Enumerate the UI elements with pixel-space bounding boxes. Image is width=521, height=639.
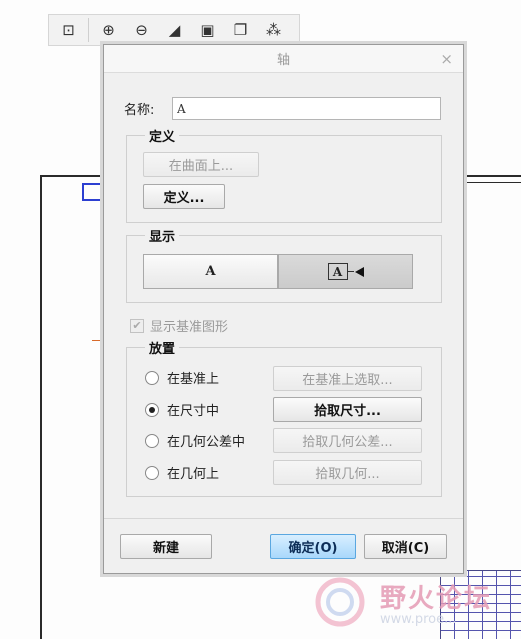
display-toggle: A A (143, 254, 413, 289)
display-label-button[interactable]: A (143, 254, 278, 289)
refit-icon[interactable]: ◢ (161, 17, 188, 43)
pick-gtol-button[interactable]: 拾取几何公差... (273, 428, 422, 453)
placement-option-geometry[interactable]: 在几何上 (145, 463, 219, 482)
axis-marker-left (92, 340, 102, 341)
drawing-border-inner (460, 182, 521, 183)
radio-datum[interactable] (145, 370, 159, 385)
placement-option-gtol[interactable]: 在几何公差中 (145, 431, 245, 450)
axis-symbol-box: A (327, 263, 348, 280)
define-button[interactable]: 定义... (143, 184, 225, 209)
ok-button[interactable]: 确定(O) (270, 534, 356, 559)
axis-symbol-arrow (354, 266, 364, 277)
name-label: 名称: (124, 103, 155, 118)
name-row: 名称: (124, 97, 441, 120)
close-icon[interactable]: × (440, 50, 453, 68)
datum-display-icon[interactable]: ⁂ (260, 17, 287, 43)
dialog-title: 轴 (276, 53, 290, 68)
radio-geometry-label: 在几何上 (167, 467, 220, 482)
display-label-text: A (205, 264, 216, 279)
zoom-fit-icon[interactable]: ⊡ (55, 17, 82, 43)
box-view-icon[interactable]: ▣ (194, 17, 221, 43)
watermark-logo-icon (315, 577, 365, 627)
show-datum-label: 显示基准图形 (150, 320, 229, 335)
radio-dimension[interactable] (145, 402, 159, 417)
radio-gtol-label: 在几何公差中 (167, 435, 246, 450)
selected-entity-box[interactable] (82, 183, 104, 201)
axis-dialog: 轴 × 名称: 定义 在曲面上... 定义... 显示 A A ✔ (103, 44, 464, 574)
pick-dimension-button[interactable]: 拾取尺寸... (273, 397, 422, 422)
radio-datum-label: 在基准上 (167, 372, 220, 387)
watermark-text: 野火论坛 (380, 584, 493, 614)
display-axis-button[interactable]: A (278, 254, 413, 289)
placement-group: 放置 在基准上 在基准上选取... 在尺寸中 拾取尺寸... 在几何公差中 拾取… (126, 338, 442, 497)
display-group: 显示 A A (126, 226, 442, 303)
pick-geometry-button[interactable]: 拾取几何... (273, 460, 422, 485)
on-surface-button[interactable]: 在曲面上... (143, 152, 259, 177)
axis-symbol-line (347, 271, 354, 272)
radio-geometry[interactable] (145, 465, 159, 480)
dialog-titlebar[interactable]: 轴 × (104, 45, 463, 73)
toolbar-separator (88, 18, 89, 42)
radio-gtol[interactable] (145, 433, 159, 448)
watermark-url: www.proe... (380, 612, 457, 627)
radio-dimension-label: 在尺寸中 (167, 404, 220, 419)
layer-icon[interactable]: ❐ (227, 17, 254, 43)
axis-symbol-icon: A (327, 263, 364, 280)
show-datum-row: ✔ 显示基准图形 (130, 316, 228, 335)
zoom-in-icon[interactable]: ⊕ (95, 17, 122, 43)
placement-group-title: 放置 (145, 338, 180, 357)
name-input[interactable] (172, 97, 441, 120)
display-group-title: 显示 (145, 226, 180, 245)
definition-group-title: 定义 (145, 126, 180, 145)
cancel-button[interactable]: 取消(C) (364, 534, 447, 559)
definition-group: 定义 在曲面上... 定义... (126, 126, 442, 223)
new-button[interactable]: 新建 (120, 534, 212, 559)
select-on-datum-button[interactable]: 在基准上选取... (273, 366, 422, 391)
footer-separator (104, 518, 463, 519)
show-datum-checkbox[interactable]: ✔ (130, 318, 144, 333)
zoom-out-icon[interactable]: ⊖ (128, 17, 155, 43)
placement-option-dimension[interactable]: 在尺寸中 (145, 400, 219, 419)
view-toolbar: ⊡ ⊕ ⊖ ◢ ▣ ❐ ⁂ (48, 14, 300, 46)
placement-option-datum[interactable]: 在基准上 (145, 368, 219, 387)
watermark: 野火论坛 www.proe... (310, 572, 510, 632)
